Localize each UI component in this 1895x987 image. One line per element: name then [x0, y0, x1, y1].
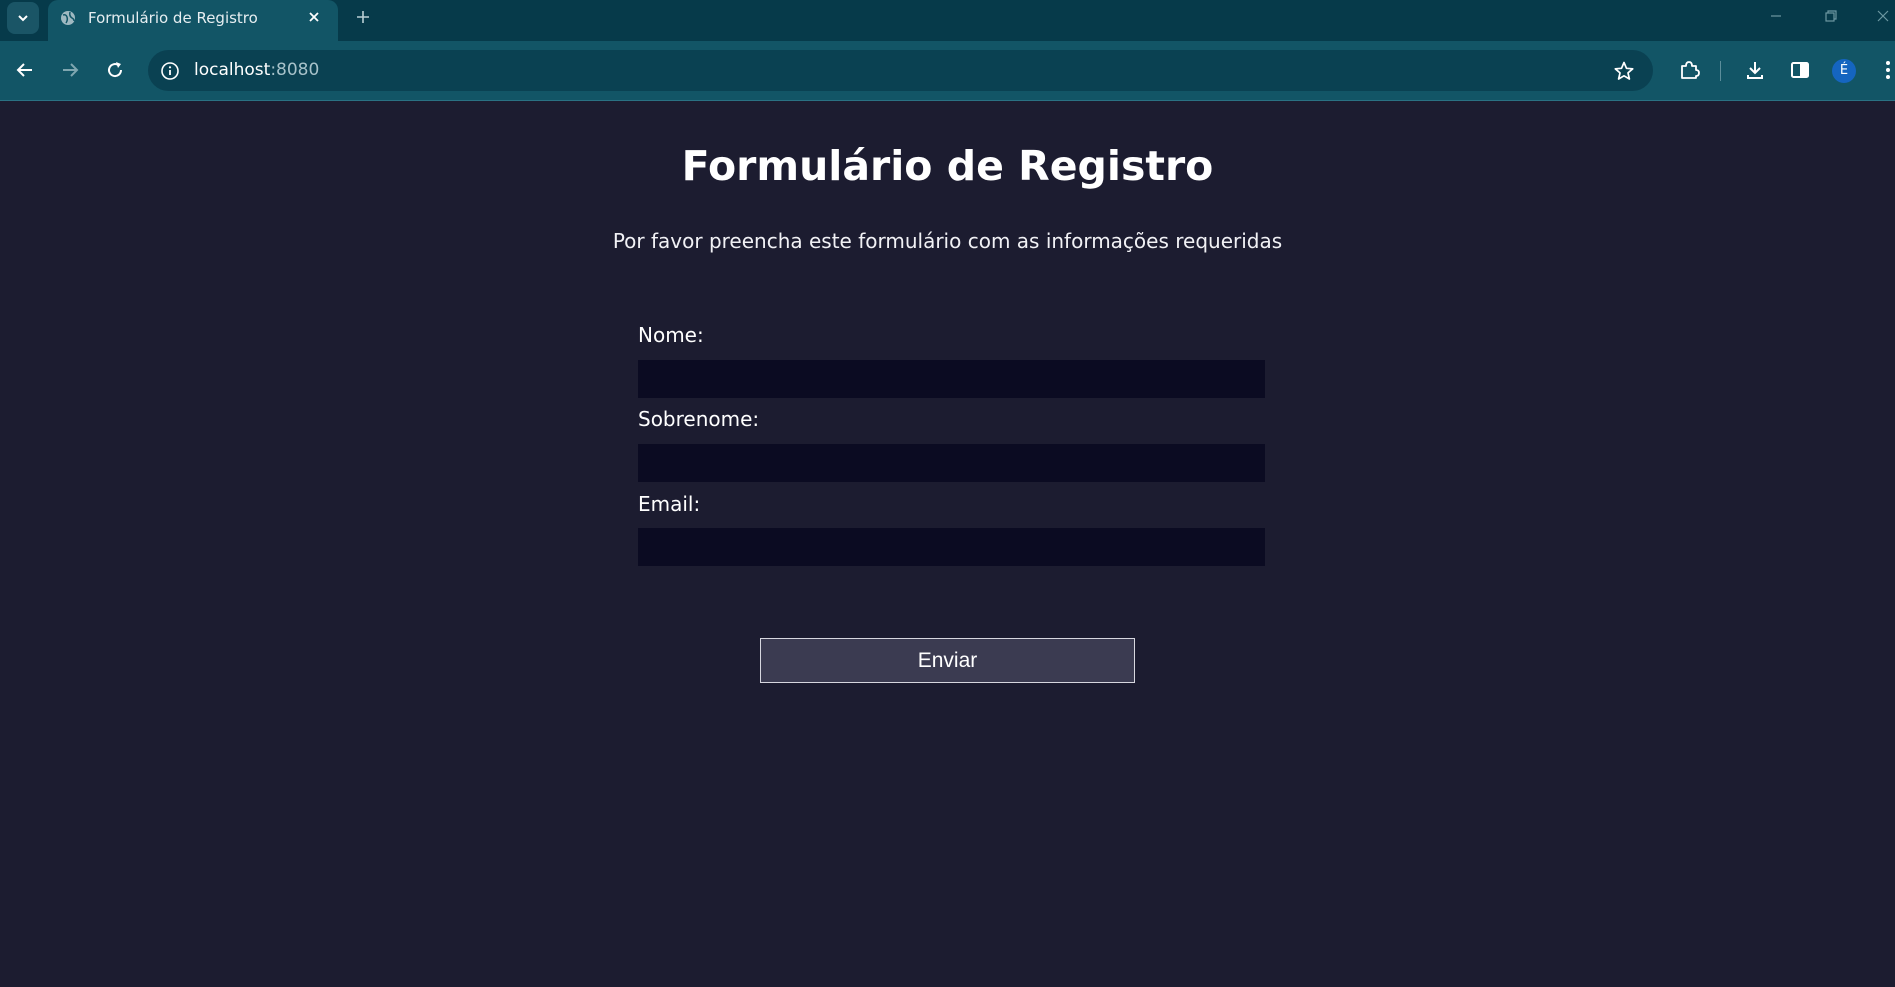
tab-strip: Formulário de Registro [0, 0, 1895, 41]
profile-avatar[interactable]: É [1832, 59, 1856, 83]
page-title: Formulário de Registro [681, 142, 1214, 190]
side-panel-icon[interactable] [1789, 59, 1811, 81]
tab-search-button[interactable] [7, 2, 39, 34]
download-icon[interactable] [1744, 59, 1766, 81]
first-name-label: Nome: [638, 323, 704, 347]
first-name-input[interactable] [638, 360, 1265, 398]
browser-tab[interactable]: Formulário de Registro [48, 0, 338, 41]
bookmark-star-icon[interactable] [1613, 60, 1635, 82]
new-tab-icon[interactable] [355, 9, 371, 25]
extensions-puzzle-icon[interactable] [1678, 59, 1700, 81]
email-input[interactable] [638, 528, 1265, 566]
forward-arrow-icon[interactable] [59, 59, 81, 81]
back-arrow-icon[interactable] [14, 59, 36, 81]
restore-icon[interactable] [1823, 8, 1839, 24]
address-bar[interactable]: localhost:8080 [148, 50, 1653, 91]
url-text[interactable]: localhost:8080 [194, 60, 319, 80]
close-tab-icon[interactable] [306, 9, 322, 25]
email-label: Email: [638, 492, 701, 516]
page-subtitle: Por favor preencha este formulário com a… [612, 229, 1283, 253]
url-port: :8080 [270, 60, 320, 80]
page-content: Formulário de Registro Por favor preench… [0, 101, 1895, 987]
chevron-down-icon [18, 15, 28, 22]
more-menu-icon[interactable] [1881, 59, 1895, 81]
browser-toolbar: localhost:8080 É [0, 41, 1895, 101]
window-close-icon[interactable] [1875, 8, 1891, 24]
last-name-label: Sobrenome: [638, 407, 760, 431]
last-name-input[interactable] [638, 444, 1265, 482]
reload-icon[interactable] [104, 59, 126, 81]
toolbar-divider [1720, 61, 1721, 81]
tab-title: Formulário de Registro [88, 9, 258, 27]
submit-button[interactable]: Enviar [760, 638, 1135, 683]
minimize-icon[interactable] [1768, 8, 1784, 24]
site-info-icon[interactable] [160, 61, 180, 81]
globe-icon [61, 11, 75, 25]
url-host: localhost [194, 60, 271, 80]
